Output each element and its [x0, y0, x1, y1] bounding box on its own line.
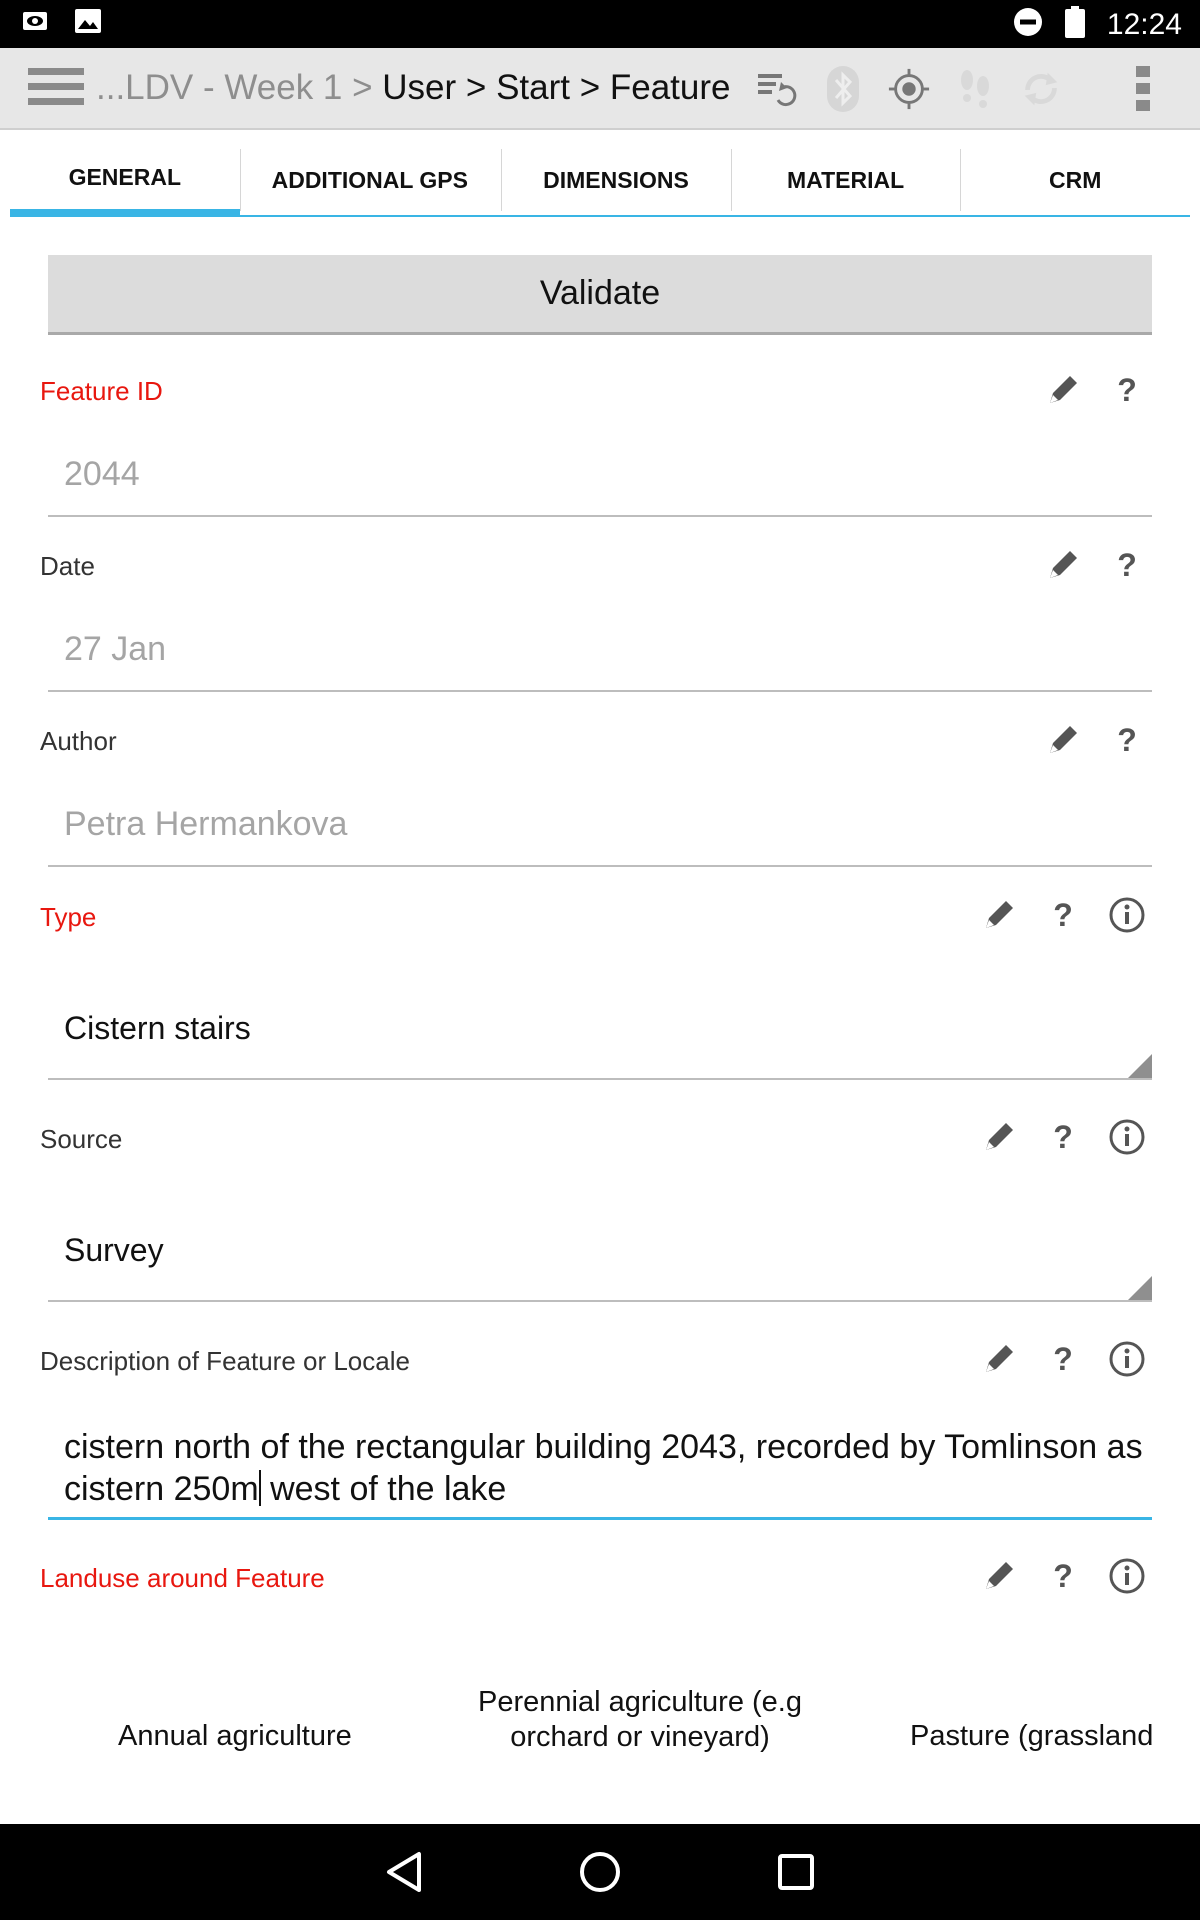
date-label: Date — [40, 551, 95, 581]
sync-queue-icon[interactable] — [755, 66, 799, 112]
breadcrumb-muted: ...LDV - Week 1 > — [96, 68, 383, 107]
help-question-icon[interactable]: ? — [1042, 1116, 1084, 1158]
source-label: Source — [40, 1124, 123, 1154]
tab-general[interactable]: GENERAL — [10, 145, 240, 217]
gps-location-icon[interactable] — [887, 66, 931, 112]
status-time: 12:24 — [1106, 7, 1182, 41]
recents-icon[interactable] — [768, 1844, 824, 1900]
help-question-icon[interactable]: ? — [1042, 894, 1084, 936]
edit-pencil-icon[interactable] — [978, 1555, 1020, 1597]
overflow-menu-icon[interactable] — [1136, 66, 1152, 116]
source-selected-value: Survey — [64, 1232, 164, 1268]
footsteps-icon[interactable] — [953, 66, 997, 112]
help-question-icon[interactable]: ? — [1042, 1338, 1084, 1380]
tab-crm[interactable]: CRM — [960, 145, 1190, 217]
tab-dimensions[interactable]: DIMENSIONS — [501, 145, 731, 217]
dropdown-corner-icon — [1128, 1276, 1152, 1300]
source-dropdown[interactable]: Survey — [48, 1222, 1152, 1302]
battery-icon — [1064, 6, 1085, 43]
info-icon[interactable] — [1106, 894, 1148, 936]
date-field[interactable]: 27 Jan — [48, 630, 1152, 692]
tab-material[interactable]: MATERIAL — [730, 145, 961, 217]
bluetooth-icon[interactable] — [821, 66, 865, 112]
info-icon[interactable] — [1106, 1555, 1148, 1597]
edit-pencil-icon[interactable] — [1042, 369, 1084, 411]
type-selected-value: Cistern stairs — [64, 1010, 251, 1046]
landuse-options: Annual agriculture Perennial agriculture… — [0, 1675, 1200, 1755]
feature-id-label: Feature ID — [40, 376, 163, 406]
landuse-option-pasture[interactable]: Pasture (grassland — [910, 1719, 1153, 1754]
tab-bar: GENERAL ADDITIONAL GPS DIMENSIONS MATERI… — [10, 145, 1190, 217]
author-field[interactable]: Petra Hermankova — [48, 805, 1152, 867]
edit-pencil-icon[interactable] — [1042, 719, 1084, 761]
type-label: Type — [40, 902, 97, 932]
system-navigation-bar — [0, 1824, 1200, 1920]
description-text-before-caret: cistern north of the rectangular buildin… — [64, 1428, 1143, 1508]
edit-pencil-icon[interactable] — [978, 894, 1020, 936]
breadcrumb-main: User > Start > Feature — [382, 68, 731, 107]
type-dropdown[interactable]: Cistern stairs — [48, 1000, 1152, 1080]
refresh-icon[interactable] — [1019, 66, 1063, 112]
edit-pencil-icon[interactable] — [1042, 544, 1084, 586]
edit-pencil-icon[interactable] — [978, 1338, 1020, 1380]
feature-id-field[interactable]: 2044 — [48, 455, 1152, 517]
eye-notification-icon — [22, 11, 48, 36]
help-question-icon[interactable]: ? — [1042, 1555, 1084, 1597]
home-icon[interactable] — [572, 1844, 628, 1900]
description-textarea[interactable]: cistern north of the rectangular buildin… — [48, 1410, 1152, 1520]
description-label: Description of Feature or Locale — [40, 1346, 410, 1376]
author-label: Author — [40, 726, 117, 756]
help-question-icon[interactable]: ? — [1106, 544, 1148, 586]
validate-button[interactable]: Validate — [48, 255, 1152, 335]
breadcrumb: ...LDV - Week 1 > User > Start > Feature — [96, 68, 731, 108]
action-bar: ...LDV - Week 1 > User > Start > Feature — [0, 48, 1200, 130]
info-icon[interactable] — [1106, 1338, 1148, 1380]
status-bar: 12:24 — [0, 0, 1200, 48]
landuse-label: Landuse around Feature — [40, 1563, 325, 1593]
navigation-drawer-button[interactable] — [28, 68, 84, 110]
do-not-disturb-icon — [1013, 7, 1043, 42]
tab-additional-gps[interactable]: ADDITIONAL GPS — [239, 145, 502, 217]
dropdown-corner-icon — [1128, 1054, 1152, 1078]
help-question-icon[interactable]: ? — [1106, 719, 1148, 761]
landuse-option-annual[interactable]: Annual agriculture — [118, 1719, 352, 1754]
help-question-icon[interactable]: ? — [1106, 369, 1148, 411]
back-icon[interactable] — [376, 1844, 432, 1900]
image-notification-icon — [74, 8, 102, 39]
info-icon[interactable] — [1106, 1116, 1148, 1158]
description-text-after-caret: west of the lake — [260, 1470, 507, 1508]
edit-pencil-icon[interactable] — [978, 1116, 1020, 1158]
landuse-option-perennial[interactable]: Perennial agriculture (e.g orchard or vi… — [470, 1685, 810, 1755]
